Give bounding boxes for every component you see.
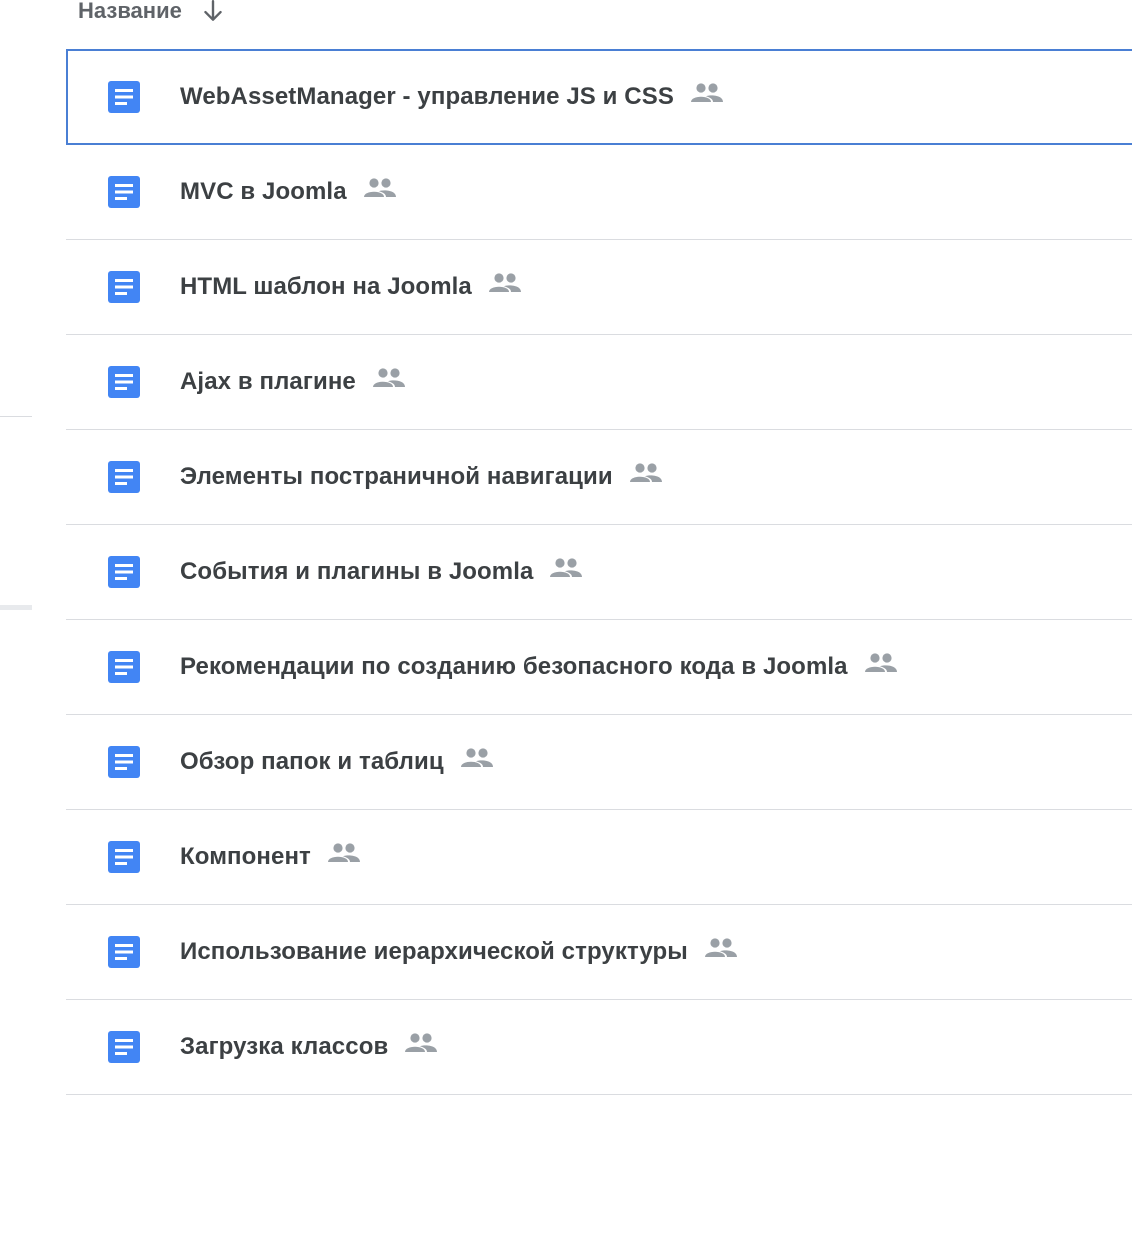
file-row[interactable]: Обзор папок и таблиц [66, 715, 1132, 810]
people-icon [327, 843, 360, 862]
file-name-cell: Элементы постраничной навигации [180, 463, 663, 491]
file-name-cell: Рекомендации по созданию безопасного код… [180, 653, 898, 681]
arrow-down-icon [204, 0, 222, 21]
file-name-cell: Компонент [180, 843, 361, 871]
file-name-cell: MVC в Joomla [180, 178, 397, 206]
sort-by-name-button[interactable]: Название [78, 0, 226, 28]
file-name: MVC в Joomla [180, 178, 347, 205]
file-row[interactable]: WebAssetManager - управление JS и CSS [66, 49, 1132, 145]
google-doc-icon [107, 555, 141, 589]
people-icon [363, 178, 396, 197]
google-doc-icon [107, 745, 141, 779]
file-name-cell: WebAssetManager - управление JS и CSS [180, 83, 724, 111]
file-name: Загрузка классов [180, 1033, 389, 1060]
file-name: HTML шаблон на Joomla [180, 273, 472, 300]
file-name: Ajax в плагине [180, 368, 356, 395]
google-doc-icon [107, 270, 141, 304]
file-name-cell: События и плагины в Joomla [180, 558, 583, 586]
sidebar-divider [0, 416, 32, 417]
file-name-cell: Обзор папок и таблиц [180, 748, 494, 776]
file-name: Использование иерархической структуры [180, 938, 688, 965]
google-doc-icon [107, 175, 141, 209]
file-name: WebAssetManager - управление JS и CSS [180, 83, 674, 110]
file-row[interactable]: Компонент [66, 810, 1132, 905]
file-name: Рекомендации по созданию безопасного код… [180, 653, 848, 680]
people-icon [405, 1033, 438, 1052]
sort-column-label: Название [78, 0, 182, 23]
people-icon [460, 748, 493, 767]
file-row[interactable]: MVC в Joomla [66, 145, 1132, 240]
people-icon [488, 273, 521, 292]
file-name: Компонент [180, 843, 311, 870]
people-icon [550, 558, 583, 577]
file-name-cell: HTML шаблон на Joomla [180, 273, 522, 301]
file-row[interactable]: Рекомендации по созданию безопасного код… [66, 620, 1132, 715]
google-doc-icon [107, 840, 141, 874]
people-icon [629, 463, 662, 482]
file-name-cell: Ajax в плагине [180, 368, 406, 396]
people-icon [864, 653, 897, 672]
file-row[interactable]: Использование иерархической структуры [66, 905, 1132, 1000]
file-name: События и плагины в Joomla [180, 558, 534, 585]
google-doc-icon [107, 80, 141, 114]
sidebar-divider [0, 605, 32, 610]
file-row[interactable]: HTML шаблон на Joomla [66, 240, 1132, 335]
file-name-cell: Использование иерархической структуры [180, 938, 738, 966]
file-list-page: Название WebAssetManager - управление JS… [0, 0, 1132, 1256]
file-name-cell: Загрузка классов [180, 1033, 438, 1061]
file-row[interactable]: Элементы постраничной навигации [66, 430, 1132, 525]
google-doc-icon [107, 460, 141, 494]
file-list: WebAssetManager - управление JS и CSS MV… [66, 49, 1132, 1095]
file-name: Обзор папок и таблиц [180, 748, 444, 775]
google-doc-icon [107, 935, 141, 969]
file-row[interactable]: Ajax в плагине [66, 335, 1132, 430]
google-doc-icon [107, 365, 141, 399]
google-doc-icon [107, 650, 141, 684]
file-name: Элементы постраничной навигации [180, 463, 613, 490]
people-icon [690, 83, 723, 102]
google-doc-icon [107, 1030, 141, 1064]
people-icon [372, 368, 405, 387]
file-row[interactable]: События и плагины в Joomla [66, 525, 1132, 620]
people-icon [704, 938, 737, 957]
file-row[interactable]: Загрузка классов [66, 1000, 1132, 1095]
